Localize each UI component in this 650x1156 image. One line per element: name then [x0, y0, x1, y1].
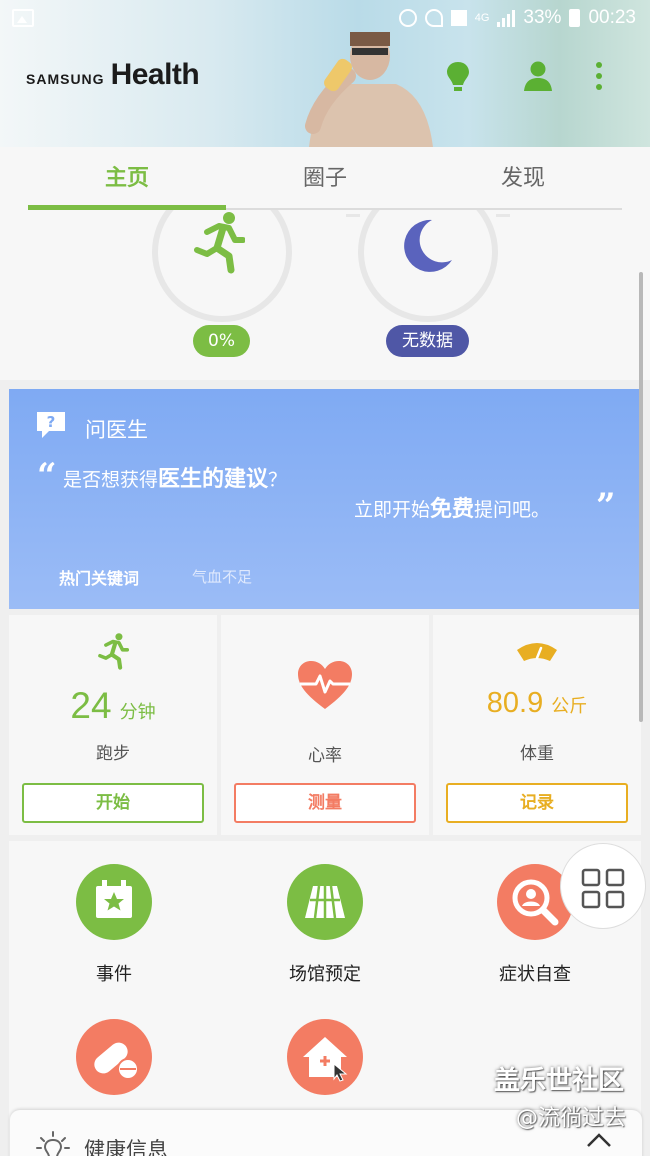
- running-label: 跑步: [96, 744, 130, 764]
- line2-end: 提问吧。: [474, 499, 551, 521]
- brand-small: SAMSUNG: [26, 71, 105, 87]
- sleep-status-badge: 无数据: [386, 325, 469, 357]
- activity-progress-badge: 0%: [193, 325, 250, 357]
- network-label: 4G: [474, 11, 490, 24]
- tab-community[interactable]: 圈子: [225, 147, 425, 210]
- running-icon: [194, 212, 245, 274]
- watermark-line1: 盖乐世社区: [494, 1066, 625, 1096]
- hot-keywords-label: 热门关键词: [59, 569, 140, 588]
- status-bar: 4G 33% 00:23: [0, 0, 650, 38]
- tab-discover[interactable]: 发现: [423, 147, 623, 210]
- watermark-line2: @流徜过去: [516, 1106, 627, 1131]
- scrollbar[interactable]: [639, 272, 643, 722]
- events-icon: [76, 864, 152, 940]
- shortcut-home-care[interactable]: [245, 1019, 405, 1095]
- heart-rate-label: 心率: [308, 746, 342, 766]
- clock: 00:23: [588, 7, 636, 28]
- grid-icon: [581, 868, 625, 909]
- heart-rate-icon: [298, 661, 352, 709]
- home-care-icon: [287, 1019, 363, 1095]
- ask-doctor-card[interactable]: ? 问医生 “ 是否想获得医生的建议？ 立即开始免费提问吧。 ” 热门关键词 气…: [9, 389, 641, 609]
- running-unit: 分钟: [119, 702, 156, 722]
- grid-view-button[interactable]: [560, 843, 646, 929]
- watermark: 盖乐世社区 @流徜过去: [494, 1066, 626, 1134]
- health-info-label: 健康信息: [84, 1138, 168, 1156]
- shortcut-medication[interactable]: [34, 1019, 194, 1095]
- measure-button[interactable]: 测量: [234, 783, 416, 823]
- app-logo: SAMSUNG Health: [26, 58, 200, 92]
- app-header: 4G 33% 00:23 SAMSUNG Health: [0, 0, 650, 147]
- more-options-icon[interactable]: [586, 60, 616, 94]
- start-running-button[interactable]: 开始: [22, 783, 204, 823]
- question-chat-icon: ?: [37, 412, 65, 438]
- weight-tracker-card[interactable]: 80.9 公斤 体重 记录: [433, 615, 641, 835]
- ask-doctor-title: 问医生: [85, 418, 148, 442]
- shortcut-venue-booking[interactable]: 场馆预定: [245, 864, 405, 986]
- venue-icon: [287, 864, 363, 940]
- daily-rings-card: 0% 无数据: [0, 210, 650, 380]
- shortcut-venue-label: 场馆预定: [289, 964, 361, 985]
- battery-percent: 33%: [523, 7, 562, 28]
- weight-value: 80.9 公斤: [433, 687, 641, 720]
- running-icon: [98, 633, 129, 670]
- running-value: 24 分钟: [9, 685, 217, 727]
- line1-text: 是否想获得: [63, 469, 159, 491]
- tab-bar: 主页 圈子 发现: [0, 147, 650, 210]
- line1-end: ？: [268, 469, 288, 491]
- line1-emphasis: 医生的建议: [158, 467, 269, 492]
- weight-unit: 公斤: [551, 696, 588, 716]
- signal-icon: [497, 9, 516, 27]
- moon-icon: [404, 219, 452, 272]
- weight-label: 体重: [520, 744, 554, 764]
- close-quote-icon: ”: [596, 486, 616, 526]
- shortcut-events[interactable]: 事件: [34, 864, 194, 986]
- heart-rate-tracker-card[interactable]: 心率 测量: [221, 615, 429, 835]
- weight-number: 80.9: [486, 687, 544, 719]
- ask-doctor-line2: 立即开始免费提问吧。: [354, 491, 550, 523]
- sim-icon: [450, 10, 467, 26]
- ask-doctor-line1: 是否想获得医生的建议？: [63, 461, 287, 493]
- alarm-icon: [398, 9, 417, 27]
- chevron-up-icon[interactable]: [586, 1132, 612, 1148]
- line2-emphasis: 免费: [430, 497, 475, 522]
- open-quote-icon: “: [37, 456, 57, 496]
- lightbulb-icon[interactable]: [443, 60, 473, 94]
- running-minutes: 24: [70, 685, 112, 726]
- tab-home[interactable]: 主页: [27, 147, 227, 210]
- record-weight-button[interactable]: 记录: [446, 783, 628, 823]
- shortcut-events-label: 事件: [96, 964, 132, 985]
- profile-icon[interactable]: [523, 60, 553, 94]
- lightbulb-icon: [36, 1131, 70, 1156]
- gallery-notification-icon: [12, 9, 34, 27]
- weight-scale-icon: [517, 643, 557, 661]
- battery-icon: [569, 9, 581, 27]
- running-tracker-card[interactable]: 24 分钟 跑步 开始: [9, 615, 217, 835]
- svg-text:?: ?: [47, 413, 56, 431]
- hot-keyword-link[interactable]: 气血不足: [192, 566, 252, 587]
- brand-large: Health: [110, 58, 200, 91]
- wifi-icon: [424, 9, 443, 27]
- pill-icon: [76, 1019, 152, 1095]
- shortcut-symptom-label: 症状自查: [499, 964, 571, 985]
- line2-text: 立即开始: [354, 499, 431, 521]
